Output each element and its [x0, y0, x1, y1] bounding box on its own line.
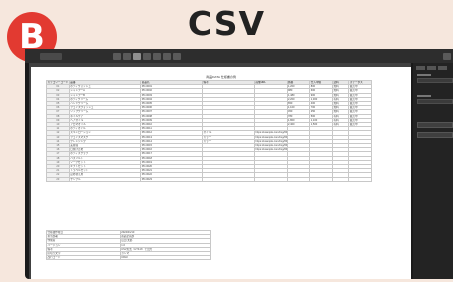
app-window: 商品DATA 仕様書の例 カテゴリーコード 品番 商品名 備考 画像URL 価格 仕入単価送…: [25, 49, 453, 279]
table-cell: https://example.com/img/0013.jpg: [254, 134, 288, 140]
width-field[interactable]: [417, 78, 453, 83]
table-cell: https://example.com/img/0012.jpg: [254, 130, 288, 136]
panel-tab[interactable]: [438, 66, 447, 70]
toolbar: [25, 49, 453, 63]
meta-table: 仕様書作成日 2024/01/10 担当部署 商品企画部 作成者 山田 太郎 バージョン 1.…: [46, 229, 212, 261]
meta-cell: 改行コード: [46, 255, 121, 261]
data-table: カテゴリーコード 品番 商品名 備考 画像URL 価格 仕入単価 送料 ステータス 01 ボディウォ…: [46, 79, 372, 182]
table-cell: https://example.com/img/0016.jpg: [254, 147, 288, 153]
table-cell: [202, 176, 255, 182]
export-button[interactable]: [417, 122, 453, 128]
height-field[interactable]: [417, 99, 453, 104]
table-cell: サンプル: [68, 176, 142, 182]
menu-button[interactable]: [40, 52, 62, 60]
comment-tool[interactable]: [173, 52, 181, 60]
meta-row: 改行コード CRLF: [46, 255, 212, 261]
table-cell: [309, 176, 333, 182]
table-cell: https://example.com/img/0015.jpg: [254, 143, 288, 149]
table-row: 23 サンプル PD-0023: [46, 176, 372, 182]
select-tool[interactable]: [113, 52, 121, 60]
panel-tab[interactable]: [427, 66, 436, 70]
cancel-button[interactable]: [417, 132, 453, 138]
document-page: 商品DATA 仕様書の例 カテゴリーコード 品番 商品名 備考 画像URL 価格 仕入単価送…: [31, 67, 411, 279]
table-cell: [348, 176, 372, 182]
document-title: 商品DATA 仕様書の例: [206, 75, 236, 79]
table-cell: [254, 176, 288, 182]
column-header: カテゴリーコード: [46, 79, 70, 86]
text-tool[interactable]: [133, 52, 141, 60]
meta-cell: CRLF: [119, 255, 212, 261]
table-cell: 23: [46, 176, 70, 182]
shape-tool[interactable]: [143, 52, 151, 60]
width-label: [417, 74, 431, 76]
height-label: [417, 95, 431, 97]
crop-tool[interactable]: [123, 52, 131, 60]
table-cell: PD-0023: [140, 176, 203, 182]
table-cell: [286, 176, 311, 182]
document-canvas: 商品DATA 仕様書の例 カテゴリーコード 品番 商品名 備考 画像URL 価格 仕入単価送…: [29, 63, 411, 279]
page-title: CSV: [187, 4, 266, 43]
zoom-tool[interactable]: [153, 52, 161, 60]
share-button[interactable]: [443, 52, 451, 60]
properties-panel: [413, 63, 453, 279]
hand-tool[interactable]: [163, 52, 171, 60]
table-cell: [331, 176, 350, 182]
table-cell: https://example.com/img/0014.jpg: [254, 138, 288, 145]
panel-tab[interactable]: [416, 66, 425, 70]
